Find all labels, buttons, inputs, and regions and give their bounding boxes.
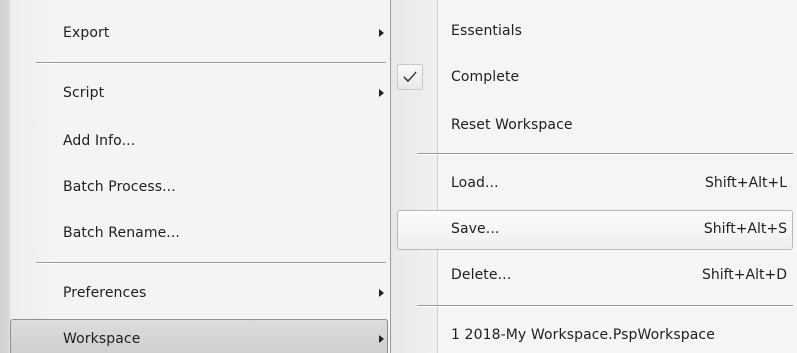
submenu-arrow-icon	[379, 29, 384, 37]
menu-item-batch-rename[interactable]: Batch Rename...	[0, 216, 390, 250]
menu-item-delete[interactable]: Delete... Shift+Alt+D	[391, 258, 797, 292]
menu-item-load[interactable]: Load... Shift+Alt+L	[391, 166, 797, 200]
menu-item-label: Essentials	[451, 23, 523, 39]
menu-item-recent-workspace[interactable]: 1 2018-My Workspace.PspWorkspace	[391, 318, 797, 352]
workspace-submenu: Essentials Complete Reset Workspace Load…	[391, 0, 797, 353]
menu-item-label: Add Info...	[63, 133, 136, 149]
menu-item-label: Script	[63, 85, 105, 101]
menu-item-batch-process[interactable]: Batch Process...	[0, 170, 390, 204]
menu-item-add-info[interactable]: Add Info...	[0, 124, 390, 158]
menu-item-label: Batch Rename...	[63, 225, 180, 241]
menu-item-workspace[interactable]: Workspace	[0, 322, 390, 353]
menu-item-save[interactable]: Save... Shift+Alt+S	[391, 212, 797, 246]
menu-item-label: Load...	[451, 175, 499, 191]
menu-item-label: Batch Process...	[63, 179, 176, 195]
menu-item-preferences[interactable]: Preferences	[0, 276, 390, 310]
menu-item-script[interactable]: Script	[0, 76, 390, 110]
menu-separator	[417, 153, 793, 155]
menu-item-label: Save...	[451, 221, 500, 237]
menu-item-label: Delete...	[451, 267, 512, 283]
menu-item-label: Workspace	[63, 331, 141, 347]
menu-separator	[417, 305, 793, 307]
menu-item-essentials[interactable]: Essentials	[391, 14, 797, 48]
menu-item-export[interactable]: Export	[0, 16, 390, 50]
menu-item-label: Preferences	[63, 285, 147, 301]
submenu-arrow-icon	[379, 289, 384, 297]
menu-item-label: 1 2018-My Workspace.PspWorkspace	[451, 327, 715, 343]
menu-item-shortcut: Shift+Alt+S	[703, 221, 787, 237]
submenu-arrow-icon	[379, 89, 384, 97]
menu-item-label: Reset Workspace	[451, 117, 573, 133]
menu-item-shortcut: Shift+Alt+L	[704, 175, 787, 191]
file-menu: Export Script Add Info... Batch Process.…	[0, 0, 391, 353]
menu-item-label: Complete	[451, 69, 520, 85]
submenu-arrow-icon	[379, 335, 384, 343]
menu-item-shortcut: Shift+Alt+D	[701, 267, 787, 283]
menu-separator	[36, 262, 386, 264]
menu-item-complete[interactable]: Complete	[391, 60, 797, 94]
menu-separator	[36, 62, 386, 64]
menu-item-reset-workspace[interactable]: Reset Workspace	[391, 108, 797, 142]
menu-stage: Export Script Add Info... Batch Process.…	[0, 0, 797, 353]
checkmark-icon	[397, 64, 423, 90]
menu-item-label: Export	[63, 25, 110, 41]
